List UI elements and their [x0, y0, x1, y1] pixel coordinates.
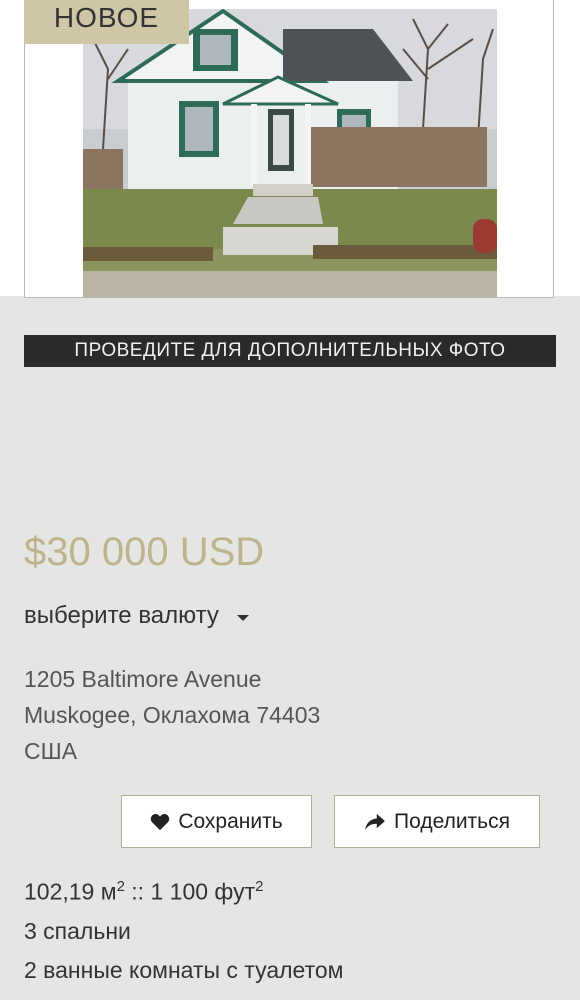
swipe-for-photos-banner: ПРОВЕДИТЕ ДЛЯ ДОПОЛНИТЕЛЬНЫХ ФОТО — [24, 335, 556, 367]
house-photo — [83, 9, 497, 297]
area-imperial: 1 100 фут — [150, 878, 256, 905]
area-separator: :: — [124, 878, 151, 905]
address-street: 1205 Baltimore Avenue — [24, 666, 262, 692]
bedrooms-info: 3 спальни — [24, 918, 131, 944]
heart-icon — [151, 813, 170, 830]
area-metric: 102,19 м — [24, 878, 117, 905]
share-button[interactable]: Поделиться — [334, 795, 540, 848]
share-arrow-icon — [365, 813, 385, 830]
currency-selector[interactable]: выберите валюту — [24, 602, 249, 630]
address-country: США — [24, 738, 78, 764]
area-metric-unit-sup: 2 — [116, 878, 125, 895]
new-listing-badge: НОВОЕ — [24, 0, 189, 44]
caret-down-icon — [236, 615, 249, 621]
listing-price: $30 000 USD — [24, 530, 265, 574]
currency-selector-label: выберите валюту — [24, 602, 219, 629]
area-info: 102,19 м2 :: 1 100 фут2 — [24, 878, 263, 906]
swipe-banner-label: ПРОВЕДИТЕ ДЛЯ ДОПОЛНИТЕЛЬНЫХ ФОТО — [74, 340, 506, 361]
area-imperial-unit-sup: 2 — [255, 878, 264, 895]
new-badge-label: НОВОЕ — [53, 2, 160, 33]
share-button-label: Поделиться — [394, 809, 510, 833]
listing-photo[interactable] — [24, 0, 554, 298]
address-city: Muskogee, Оклахома 74403 — [24, 702, 321, 728]
save-button-label: Сохранить — [178, 809, 283, 833]
bathrooms-info: 2 ванные комнаты с туалетом — [24, 957, 344, 983]
save-button[interactable]: Сохранить — [121, 795, 312, 848]
